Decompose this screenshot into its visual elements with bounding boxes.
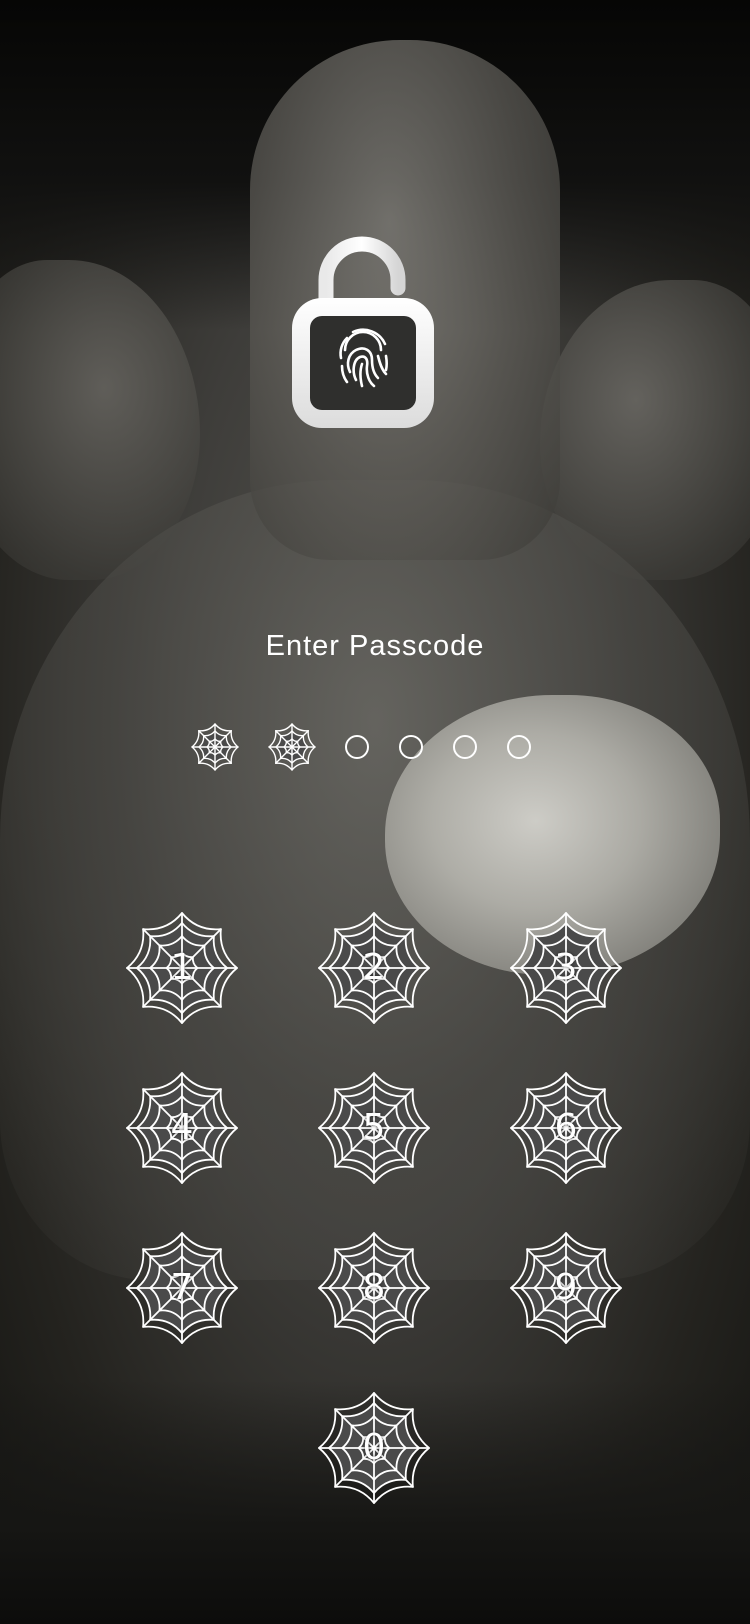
passcode-dot-empty — [386, 722, 436, 772]
keypad-key-label: 2 — [362, 947, 386, 988]
keypad-key-label: 0 — [362, 1427, 386, 1468]
keypad-key-label: 7 — [170, 1267, 194, 1308]
fingerprint-lock-icon — [290, 232, 436, 432]
passcode-dot-empty — [494, 722, 544, 772]
keypad-key-7[interactable]: 7 — [125, 1231, 239, 1345]
passcode-indicator — [0, 722, 750, 772]
keypad-key-label: 4 — [170, 1107, 194, 1148]
keypad-key-label: 1 — [170, 947, 194, 988]
keypad-key-label: 6 — [554, 1107, 578, 1148]
keypad-key-label: 3 — [554, 947, 578, 988]
passcode-dot-filled — [267, 722, 317, 772]
keypad-key-5[interactable]: 5 — [317, 1071, 431, 1185]
background-statue-wing-left — [0, 260, 200, 580]
enter-passcode-title: Enter Passcode — [265, 630, 485, 662]
keypad-key-3[interactable]: 3 — [509, 911, 623, 1025]
keypad-key-2[interactable]: 2 — [317, 911, 431, 1025]
keypad-key-label: 9 — [554, 1267, 578, 1308]
keypad-key-4[interactable]: 4 — [125, 1071, 239, 1185]
keypad-key-8[interactable]: 8 — [317, 1231, 431, 1345]
passcode-dot-filled — [190, 722, 240, 772]
passcode-dot-empty — [332, 722, 382, 772]
keypad-key-label: 8 — [362, 1267, 386, 1308]
keypad-key-9[interactable]: 9 — [509, 1231, 623, 1345]
keypad-key-1[interactable]: 1 — [125, 911, 239, 1025]
keypad-key-6[interactable]: 6 — [509, 1071, 623, 1185]
keypad-key-0[interactable]: 0 — [317, 1391, 431, 1505]
passcode-screen: Enter Passcode 1 2 3 4 5 6 7 8 9 0 — [0, 0, 750, 1624]
background-statue-wing-right — [540, 280, 750, 580]
keypad-key-label: 5 — [362, 1107, 386, 1148]
passcode-dot-empty — [440, 722, 490, 772]
